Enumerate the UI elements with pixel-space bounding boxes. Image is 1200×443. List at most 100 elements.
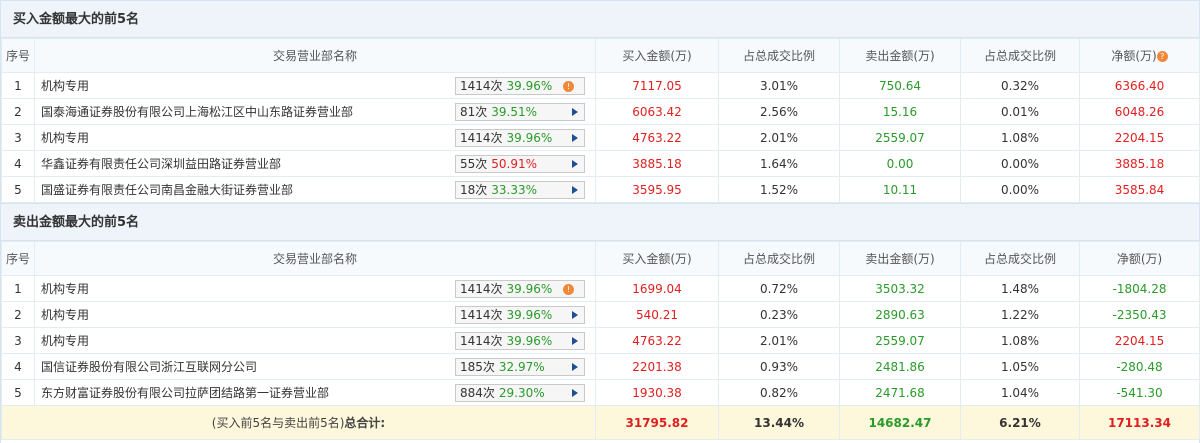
seat-rate: 39.51% [491,105,538,119]
row-sell: 2471.68 [839,379,961,406]
row-sell-ratio: 0.32% [960,72,1080,99]
seat-stats-toggle[interactable]: 55次 50.91% [455,155,585,173]
col-buy[interactable]: 买入金额(万) [595,38,719,73]
seat-stats-toggle[interactable]: 81次 39.51% [455,103,585,121]
row-net: -1804.28 [1079,275,1200,302]
col-buy[interactable]: 买入金额(万) [595,241,719,276]
col-buy-ratio: 占总成交比例 [718,241,840,276]
row-net: 2204.15 [1079,124,1200,151]
seat-times: 1414次 [460,334,503,348]
col-sell[interactable]: 卖出金额(万) [839,241,961,276]
col-buy-ratio: 占总成交比例 [718,38,840,73]
row-buy: 540.21 [595,301,719,328]
help-icon[interactable]: ? [1156,51,1168,62]
row-net: 6366.40 [1079,72,1200,99]
row-buy-ratio: 3.01% [718,72,840,99]
row-name-cell: 机构专用 1414次 39.96% [34,124,596,151]
total-sell: 14682.47 [839,405,961,440]
seat-stats-toggle[interactable]: 1414次 39.96%! [455,77,585,95]
buy-table-body: 1 机构专用 1414次 39.96%! 7117.05 3.01% 750.64 0.32%… [1,72,1200,203]
col-net: 净额(万)? [1079,38,1200,73]
col-name: 交易营业部名称 [34,241,596,276]
branch-name[interactable]: 东方财富证券股份有限公司拉萨团结路第一证券营业部 [41,386,329,400]
row-sell: 2890.63 [839,301,961,328]
row-sell-ratio: 0.00% [960,150,1080,177]
row-name-cell: 机构专用 1414次 39.96%! [34,72,596,99]
table-row: 4 国信证券股份有限公司浙江互联网分公司 185次 32.97% 2201.38 0.93… [1,353,1200,380]
table-row: 5 东方财富证券股份有限公司拉萨团结路第一证券营业部 884次 29.30% 1930.… [1,379,1200,406]
seat-rate: 39.96% [506,131,553,145]
branch-name[interactable]: 机构专用 [41,282,89,296]
row-buy: 4763.22 [595,124,719,151]
col-sell-ratio: 占总成交比例 [960,241,1080,276]
row-buy-ratio: 0.82% [718,379,840,406]
branch-name[interactable]: 华鑫证券有限责任公司深圳益田路证券营业部 [41,157,281,171]
branch-name[interactable]: 机构专用 [41,79,89,93]
col-sell[interactable]: 卖出金额(万) [839,38,961,73]
row-sell-ratio: 1.04% [960,379,1080,406]
row-sell-ratio: 1.48% [960,275,1080,302]
row-idx: 2 [1,98,35,125]
row-sell: 750.64 [839,72,961,99]
total-label-sum: 总合计: [344,416,386,430]
branch-name[interactable]: 机构专用 [41,308,89,322]
info-dot-icon[interactable]: ! [563,284,574,295]
info-dot-icon[interactable]: ! [563,81,574,92]
seat-stats-toggle[interactable]: 1414次 39.96% [455,306,585,324]
seat-times: 81次 [460,105,488,119]
row-net: 3585.84 [1079,176,1200,203]
row-idx: 3 [1,327,35,354]
row-sell: 10.11 [839,176,961,203]
seat-stats-toggle[interactable]: 1414次 39.96% [455,332,585,350]
branch-name[interactable]: 机构专用 [41,131,89,145]
branch-name[interactable]: 国信证券股份有限公司浙江互联网分公司 [41,360,257,374]
table-row: 2 国泰海通证券股份有限公司上海松江区中山东路证券营业部 81次 39.51% 6063… [1,98,1200,125]
total-label-scope: (买入前5名与卖出前5名) [211,416,345,430]
seat-rate: 50.91% [491,157,538,171]
total-buy-ratio: 13.44% [718,405,840,440]
table-row: 3 机构专用 1414次 39.96% 4763.22 2.01% 2559.07 1.08%… [1,327,1200,354]
branch-name[interactable]: 国泰海通证券股份有限公司上海松江区中山东路证券营业部 [41,105,353,119]
row-buy: 1930.38 [595,379,719,406]
play-arrow-icon[interactable] [572,363,578,371]
buy-section-title: 买入金额最大的前5名 [1,0,1199,38]
play-arrow-icon[interactable] [572,134,578,142]
seat-rate: 33.33% [491,183,538,197]
play-arrow-icon[interactable] [572,186,578,194]
seat-stats-toggle[interactable]: 1414次 39.96%! [455,280,585,298]
table-row: 3 机构专用 1414次 39.96% 4763.22 2.01% 2559.07 1.08%… [1,124,1200,151]
play-arrow-icon[interactable] [572,389,578,397]
row-idx: 4 [1,150,35,177]
col-sell-ratio: 占总成交比例 [960,38,1080,73]
col-name: 交易营业部名称 [34,38,596,73]
seat-stats-toggle[interactable]: 185次 32.97% [455,358,585,376]
col-idx: 序号 [1,38,35,73]
total-net: 17113.34 [1079,405,1200,440]
table-row: 2 机构专用 1414次 39.96% 540.21 0.23% 2890.63 1.22% -… [1,301,1200,328]
buy-table-header: 序号 交易营业部名称 买入金额(万) 占总成交比例 卖出金额(万) 占总成交比例… [1,38,1200,73]
play-arrow-icon[interactable] [572,160,578,168]
row-sell-ratio: 1.22% [960,301,1080,328]
seat-stats-toggle[interactable]: 884次 29.30% [455,384,585,402]
row-buy-ratio: 2.01% [718,327,840,354]
branch-name[interactable]: 机构专用 [41,334,89,348]
row-buy: 7117.05 [595,72,719,99]
seat-rate: 39.96% [506,282,553,296]
play-arrow-icon[interactable] [572,311,578,319]
seat-stats-toggle[interactable]: 1414次 39.96% [455,129,585,147]
row-buy-ratio: 2.01% [718,124,840,151]
row-sell: 2481.86 [839,353,961,380]
sell-table-header: 序号 交易营业部名称 买入金额(万) 占总成交比例 卖出金额(万) 占总成交比例… [1,241,1200,276]
play-arrow-icon[interactable] [572,337,578,345]
seat-rate: 39.96% [506,79,553,93]
col-net: 净额(万) [1079,241,1200,276]
seat-stats-toggle[interactable]: 18次 33.33% [455,181,585,199]
table-row: 1 机构专用 1414次 39.96%! 7117.05 3.01% 750.64 0.32%… [1,72,1200,99]
branch-name[interactable]: 国盛证券有限责任公司南昌金融大街证券营业部 [41,183,293,197]
row-name-cell: 国泰海通证券股份有限公司上海松江区中山东路证券营业部 81次 39.51% [34,98,596,125]
play-arrow-icon[interactable] [572,108,578,116]
total-sell-ratio: 6.21% [960,405,1080,440]
row-idx: 1 [1,72,35,99]
row-sell: 15.16 [839,98,961,125]
row-sell: 2559.07 [839,327,961,354]
